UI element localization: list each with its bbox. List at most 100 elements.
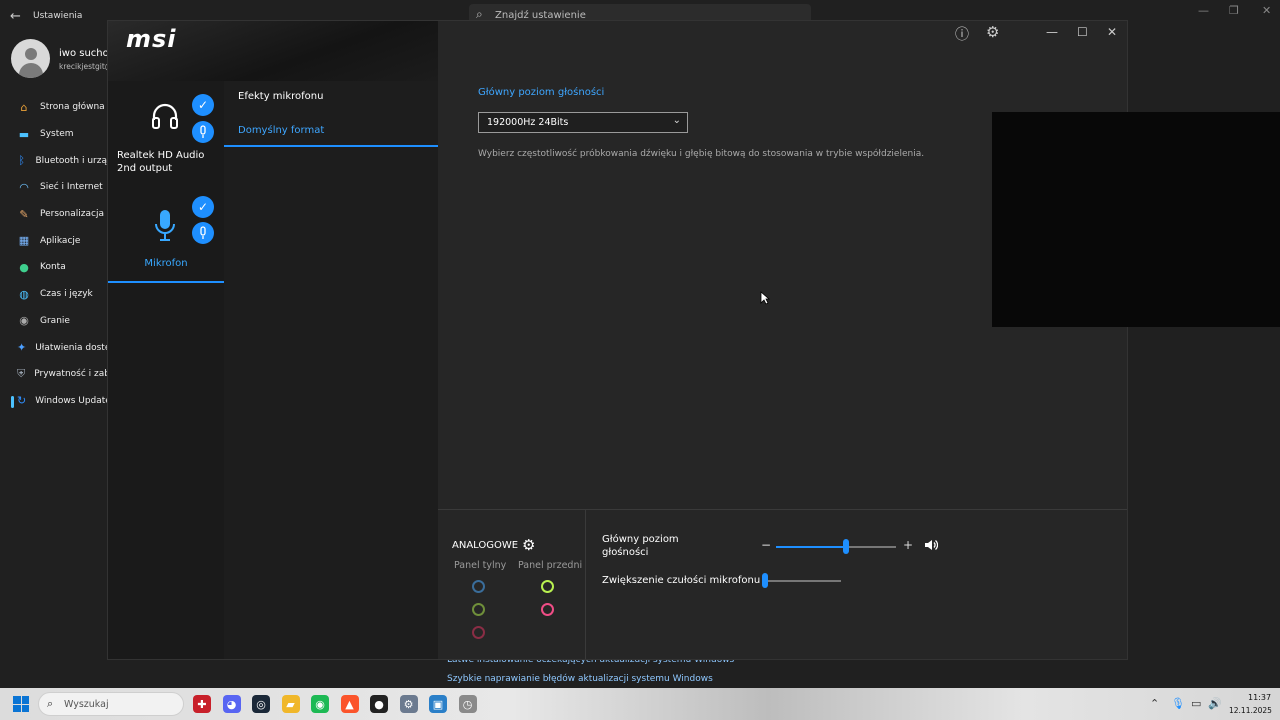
globe-icon: ◍ [19, 287, 29, 301]
clock-date[interactable]: 12.11.2025 [1229, 706, 1272, 715]
sidebar-item-4[interactable]: ✎ Personalizacja [0, 201, 107, 228]
volume-plus-button[interactable]: + [903, 538, 913, 552]
sidebar-item-5[interactable]: ▦ Aplikacje [0, 227, 107, 254]
sidebar-item-2[interactable]: ᛒ Bluetooth i urzą [0, 147, 107, 174]
sidebar-item-label: Granie [40, 315, 70, 326]
apps-icon: ▦ [18, 234, 30, 248]
sidebar-item-6[interactable]: ● Konta [0, 254, 107, 281]
steam-icon[interactable]: ◎ [252, 695, 270, 713]
speaker-icon[interactable] [924, 539, 939, 554]
tray-network-icon[interactable]: ▭ [1191, 697, 1201, 710]
clock-app-icon[interactable]: ◷ [458, 695, 477, 713]
accessibility-icon: ✦ [17, 341, 27, 355]
sidebar-item-8[interactable]: ◉ Granie [0, 308, 107, 335]
tray-volume-icon[interactable]: 🔊 [1208, 697, 1222, 710]
maximize-icon[interactable]: ☐ [1077, 25, 1088, 39]
device-output[interactable]: ✓ Realtek HD Audio 2nd output [108, 81, 224, 201]
chevron-down-icon: ⌄ [672, 115, 681, 126]
sidebar-item-label: Czas i język [40, 289, 93, 300]
analog-title: ANALOGOWE [452, 540, 519, 551]
rear-panel-label: Panel tylny [454, 560, 507, 571]
msi-logo: msi [126, 25, 177, 53]
sidebar-item-7[interactable]: ◍ Czas i język [0, 281, 107, 308]
discord-icon[interactable]: ◕ [222, 695, 241, 713]
sidebar-item-10[interactable]: ⛨ Prywatność i zab [0, 361, 107, 388]
avatar[interactable] [11, 39, 50, 78]
sidebar-item-11[interactable]: ↻ Windows Update [0, 388, 107, 415]
settings-icon[interactable]: ⚙ [399, 695, 418, 713]
tray-mic-icon[interactable]: 🎙 [1171, 697, 1185, 710]
mic-boost-thumb[interactable] [762, 573, 768, 588]
bg-close-icon[interactable]: ✕ [1262, 4, 1271, 17]
obs-icon[interactable]: ● [370, 695, 388, 713]
sidebar-item-9[interactable]: ✦ Ułatwienia dostę [0, 334, 107, 361]
gear-icon[interactable]: ⚙ [986, 23, 999, 41]
rear-jack-blue[interactable] [472, 580, 485, 593]
windows-start-icon[interactable] [13, 696, 29, 712]
sidebar-item-label: System [40, 129, 74, 140]
info-icon[interactable]: ⓘ [955, 24, 969, 44]
tray-chevron-up-icon[interactable]: ⌃ [1150, 697, 1159, 710]
close-icon[interactable]: ✕ [1107, 25, 1117, 39]
sidebar-item-3[interactable]: ◠ Sieć i Internet [0, 174, 107, 201]
rear-jack-pink[interactable] [472, 626, 485, 639]
bg-minimize-icon[interactable]: — [1198, 4, 1209, 17]
device-microphone[interactable]: ✓ Mikrofon [108, 196, 224, 311]
msi-header: msi [108, 21, 438, 81]
black-overlay [992, 112, 1280, 327]
monitor-icon: ▬ [18, 127, 30, 141]
device-list: ✓ Realtek HD Audio 2nd output ✓ Mikrofon [108, 81, 224, 659]
device-mic-name: Mikrofon [144, 258, 188, 269]
default-device-check-icon[interactable]: ✓ [192, 94, 214, 116]
main-volume-fill [776, 546, 846, 548]
default-comm-device-icon[interactable] [192, 121, 214, 143]
msi-center-icon[interactable]: ✚ [193, 695, 211, 713]
sidebar-item-0[interactable]: ⌂ Strona główna [0, 94, 107, 121]
device-output-name: Realtek HD Audio 2nd output [117, 150, 205, 174]
file-explorer-icon[interactable]: ▰ [281, 695, 300, 713]
remote-desktop-icon[interactable]: ▣ [429, 695, 447, 713]
tab-mic-effects[interactable]: Efekty mikrofonu [238, 91, 323, 102]
msi-audio-window: msi ✓ Realtek HD Audio 2nd output ✓ Mikr… [107, 20, 1128, 660]
format-select[interactable]: 192000Hz 24Bits ⌄ [478, 112, 688, 133]
headphones-icon [150, 101, 180, 138]
sidebar-item-1[interactable]: ▬ System [0, 121, 107, 148]
settings-nav: ⌂ Strona główna ▬ System ᛒ Bluetooth i urzą ◠ S… [0, 94, 107, 414]
bottom-controls: ANALOGOWE ⚙ Panel tylny Panel przedni Gł… [438, 509, 1127, 659]
taskbar-search-input[interactable]: ⌕ Wyszukaj [38, 692, 184, 716]
shield-icon: ⛨ [17, 367, 26, 381]
sidebar-item-label: Ułatwienia dostę [35, 342, 107, 353]
device-active-indicator [108, 281, 224, 283]
main-volume-thumb[interactable] [843, 539, 849, 554]
rear-jack-green[interactable] [472, 603, 485, 616]
analog-panel: ANALOGOWE ⚙ Panel tylny Panel przedni [438, 510, 586, 659]
back-arrow-icon[interactable]: ← [10, 9, 21, 24]
volume-minus-button[interactable]: − [761, 538, 771, 552]
sidebar-item-label: Sieć i Internet [40, 182, 103, 193]
format-select-value: 192000Hz 24Bits [487, 117, 569, 128]
mic-default-comm-icon[interactable] [192, 222, 214, 244]
bg-restore-icon[interactable]: ❐ [1229, 4, 1239, 17]
front-jack-pink[interactable] [541, 603, 554, 616]
front-jack-lime[interactable] [541, 580, 554, 593]
settings-title: Ustawienia [33, 11, 83, 21]
fix-update-errors-link[interactable]: Szybkie naprawianie błędów aktualizacji … [447, 674, 713, 684]
clock-time[interactable]: 11:37 [1248, 693, 1271, 702]
spotify-icon[interactable]: ◉ [311, 695, 329, 713]
mic-default-check-icon[interactable]: ✓ [192, 196, 214, 218]
brave-icon[interactable]: ▲ [340, 695, 359, 713]
mic-boost-track[interactable] [763, 580, 841, 582]
taskbar-search-placeholder: Wyszukaj [64, 699, 109, 710]
analog-settings-gear-icon[interactable]: ⚙ [522, 536, 535, 554]
taskbar: ⌕ Wyszukaj ✚ ◕ ◎ ▰ ◉ ▲ ● ⚙ ▣ ◷ ⌃ 🎙 ▭ 🔊 11:37 12.1… [0, 688, 1280, 720]
microphone-icon [154, 209, 176, 250]
section-title: Główny poziom głośności [478, 87, 605, 98]
front-panel-label: Panel przedni [518, 560, 583, 571]
sidebar-item-label: Prywatność i zab [34, 369, 107, 380]
tab-default-format[interactable]: Domyślny format [238, 125, 324, 136]
bluetooth-icon: ᛒ [18, 154, 26, 168]
tab-active-indicator [224, 145, 438, 147]
sidebar-item-label: Bluetooth i urzą [35, 155, 107, 166]
minimize-icon[interactable]: — [1046, 25, 1058, 39]
feature-tabs: Efekty mikrofonu Domyślny format [224, 81, 438, 659]
